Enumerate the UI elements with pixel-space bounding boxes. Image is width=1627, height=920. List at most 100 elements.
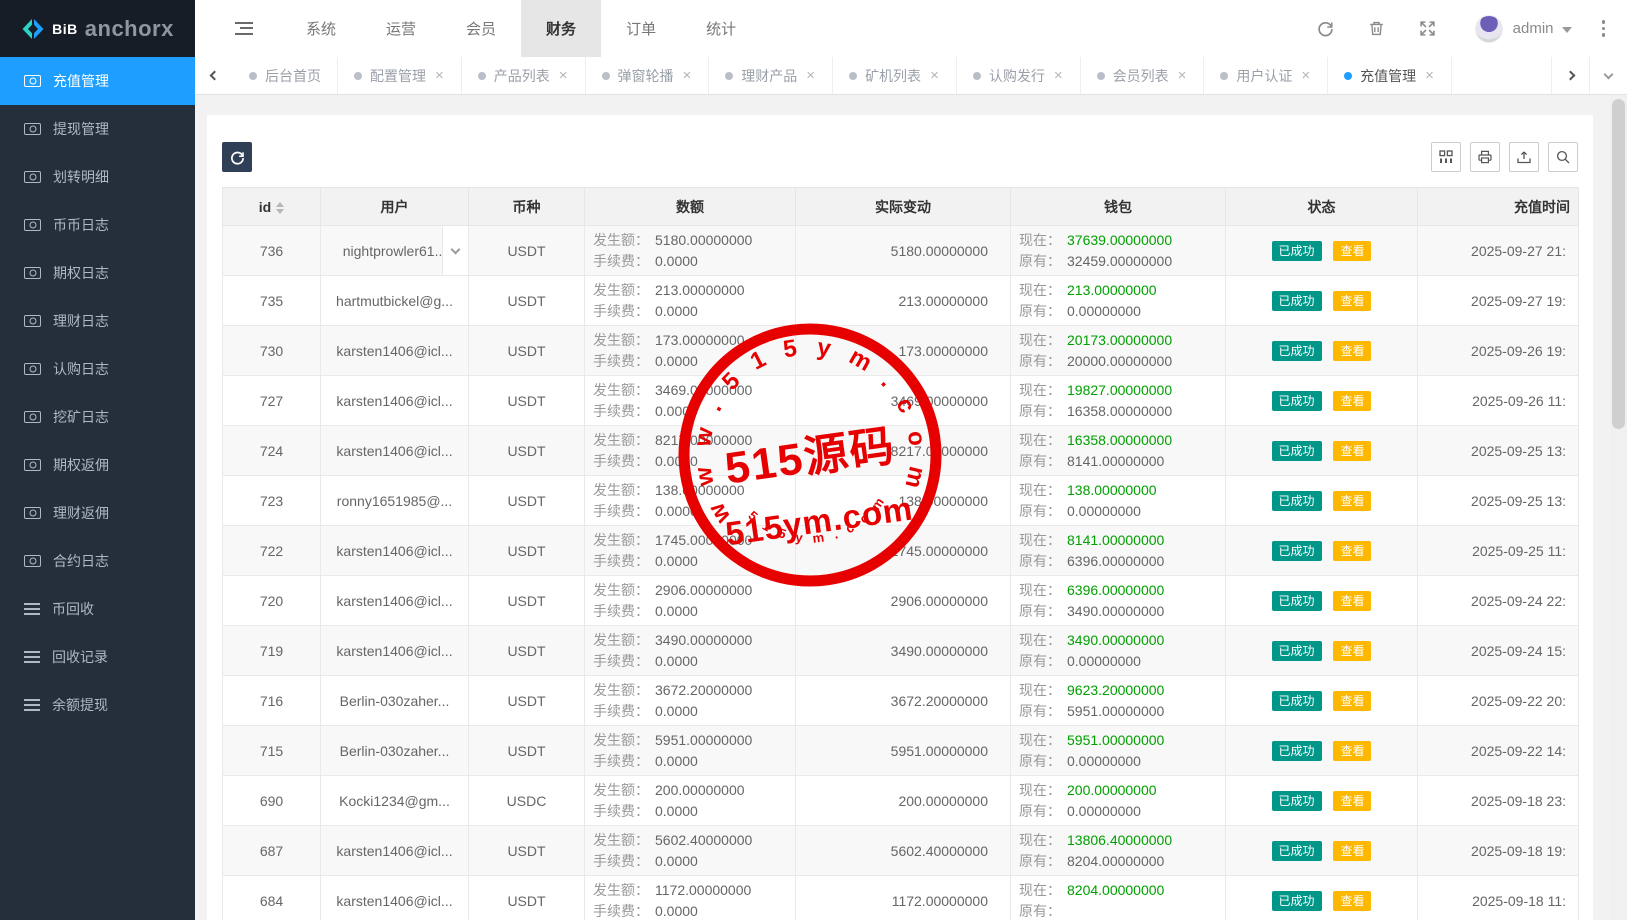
sidebar-item[interactable]: 期权日志 (0, 249, 195, 297)
sidebar-item[interactable]: 期权返佣 (0, 441, 195, 489)
sidebar-item[interactable]: 充值管理 (0, 57, 195, 105)
top-nav-item[interactable]: 统计 (681, 0, 761, 57)
amount-value: 3672.20000000 (655, 680, 752, 701)
cell-amount: 发生额：2906.00000000 手续费：0.0000 (585, 576, 796, 626)
tab-close-icon[interactable]: × (1053, 68, 1064, 83)
tab[interactable]: 弹窗轮播 × (586, 57, 710, 94)
tab-close-icon[interactable]: × (929, 68, 940, 83)
cell-user: karsten1406@icl... (321, 626, 469, 676)
user-menu-caret-icon[interactable] (1562, 27, 1572, 33)
search-button[interactable] (1548, 142, 1578, 172)
sidebar-item[interactable]: 合约日志 (0, 537, 195, 585)
view-button[interactable]: 查看 (1333, 241, 1371, 261)
sidebar-item[interactable]: 回收记录 (0, 633, 195, 681)
view-button[interactable]: 查看 (1333, 841, 1371, 861)
sidebar-item[interactable]: 币币日志 (0, 201, 195, 249)
tab[interactable]: 会员列表 × (1081, 57, 1205, 94)
status-badge: 已成功 (1272, 591, 1322, 611)
fee-value: 0.0000 (655, 251, 698, 272)
tab[interactable]: 产品列表 × (462, 57, 586, 94)
fee-label: 手续费： (593, 251, 649, 272)
top-nav-item[interactable]: 运营 (361, 0, 441, 57)
view-button[interactable]: 查看 (1333, 591, 1371, 611)
sort-icon[interactable] (276, 202, 284, 214)
cell-id: 716 (223, 676, 321, 726)
sidebar-item-label: 认购日志 (53, 359, 109, 379)
refresh-button[interactable] (1300, 20, 1351, 37)
view-button[interactable]: 查看 (1333, 341, 1371, 361)
fee-label: 手续费： (593, 551, 649, 572)
user-expand-button[interactable] (442, 226, 468, 275)
tabs-scroll-left-button[interactable] (195, 57, 233, 94)
cell-user: karsten1406@icl... (321, 826, 469, 876)
user-avatar[interactable] (1475, 15, 1503, 43)
tab-close-icon[interactable]: × (682, 68, 693, 83)
sidebar-item-label: 合约日志 (53, 551, 109, 571)
view-button[interactable]: 查看 (1333, 891, 1371, 911)
tabs-scroll-right-button[interactable] (1551, 57, 1589, 94)
top-nav-item[interactable]: 订单 (601, 0, 681, 57)
tab[interactable]: 用户认证 × (1204, 57, 1328, 94)
sidebar-item[interactable]: 提现管理 (0, 105, 195, 153)
view-button[interactable]: 查看 (1333, 491, 1371, 511)
username-label[interactable]: admin (1513, 20, 1554, 37)
vertical-scrollbar[interactable] (1610, 95, 1627, 920)
view-button[interactable]: 查看 (1333, 641, 1371, 661)
sidebar-item[interactable]: 余额提现 (0, 681, 195, 729)
sidebar-item[interactable]: 币回收 (0, 585, 195, 633)
table-refresh-button[interactable] (222, 142, 252, 172)
view-button[interactable]: 查看 (1333, 691, 1371, 711)
view-button[interactable]: 查看 (1333, 291, 1371, 311)
tab[interactable]: 配置管理 × (338, 57, 462, 94)
amount-label: 发生额： (593, 680, 649, 701)
view-button[interactable]: 查看 (1333, 391, 1371, 411)
cell-change: 213.00000000 (796, 276, 1011, 326)
sidebar-item[interactable]: 认购日志 (0, 345, 195, 393)
tab-close-icon[interactable]: × (805, 68, 816, 83)
tabs-menu-button[interactable] (1589, 57, 1627, 94)
table-row: 719 karsten1406@icl... USDT 发生额：3490.000… (223, 626, 1579, 676)
fullscreen-button[interactable] (1402, 20, 1453, 37)
sidebar-toggle-button[interactable] (195, 0, 281, 57)
tab-close-icon[interactable]: × (1177, 68, 1188, 83)
sidebar-item[interactable]: 理财返佣 (0, 489, 195, 537)
wallet-was-label: 原有： (1019, 251, 1061, 272)
tab[interactable]: 理财产品 × (709, 57, 833, 94)
view-button[interactable]: 查看 (1333, 741, 1371, 761)
export-button[interactable] (1509, 142, 1539, 172)
status-badge: 已成功 (1272, 391, 1322, 411)
more-menu-button[interactable] (1598, 16, 1610, 41)
cell-coin: USDT (469, 226, 585, 276)
view-button[interactable]: 查看 (1333, 791, 1371, 811)
scrollbar-thumb[interactable] (1612, 99, 1625, 429)
top-nav-item[interactable]: 财务 (521, 0, 601, 57)
sidebar-item[interactable]: 划转明细 (0, 153, 195, 201)
tab[interactable]: 认购发行 × (957, 57, 1081, 94)
status-badge: 已成功 (1272, 641, 1322, 661)
columns-filter-button[interactable] (1431, 142, 1461, 172)
cell-coin: USDT (469, 726, 585, 776)
amount-value: 1172.00000000 (655, 880, 751, 901)
tab[interactable]: 后台首页 (233, 57, 338, 94)
print-button[interactable] (1470, 142, 1500, 172)
cell-amount: 发生额：3672.20000000 手续费：0.0000 (585, 676, 796, 726)
tab-close-icon[interactable]: × (1424, 68, 1435, 83)
top-nav-item[interactable]: 系统 (281, 0, 361, 57)
top-nav-item[interactable]: 会员 (441, 0, 521, 57)
view-button[interactable]: 查看 (1333, 541, 1371, 561)
cell-user: nightprowler61... (321, 226, 469, 276)
tab[interactable]: 矿机列表 × (833, 57, 957, 94)
tab-close-icon[interactable]: × (1300, 68, 1311, 83)
view-button[interactable]: 查看 (1333, 441, 1371, 461)
chevron-down-icon (1604, 69, 1614, 79)
tab-close-icon[interactable]: × (558, 68, 569, 83)
header-id[interactable]: id (223, 188, 321, 226)
cell-user: karsten1406@icl... (321, 876, 469, 920)
tab-close-icon[interactable]: × (434, 68, 445, 83)
amount-label: 发生额： (593, 530, 649, 551)
clear-cache-button[interactable] (1351, 20, 1402, 37)
sidebar-item[interactable]: 理财日志 (0, 297, 195, 345)
tab[interactable]: 充值管理 × (1328, 57, 1452, 94)
sidebar-item[interactable]: 挖矿日志 (0, 393, 195, 441)
tab-bar: 后台首页 配置管理 × 产品列表 × (195, 57, 1627, 95)
